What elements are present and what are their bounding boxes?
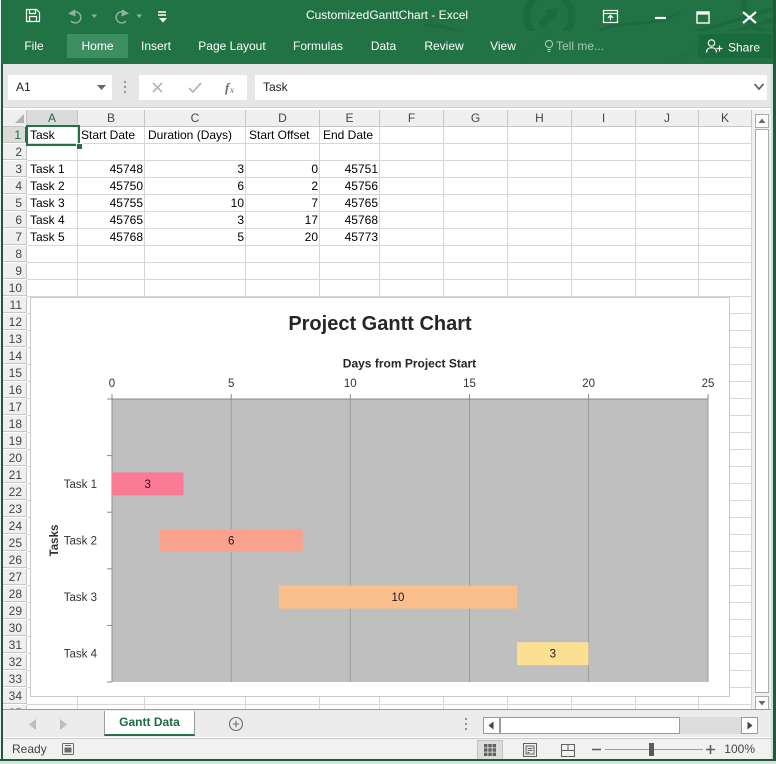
- svg-text:x: x: [229, 85, 234, 95]
- svg-text:3: 3: [550, 649, 556, 661]
- svg-text:Task 4: Task 4: [64, 649, 98, 661]
- svg-text:25: 25: [702, 378, 715, 390]
- svg-text:3: 3: [145, 479, 151, 491]
- svg-text:10: 10: [344, 378, 357, 390]
- svg-text:Tasks: Tasks: [49, 525, 61, 557]
- svg-text:Task 1: Task 1: [64, 479, 97, 491]
- svg-text:Project Gantt Chart: Project Gantt Chart: [288, 313, 472, 335]
- svg-text:Task 2: Task 2: [64, 536, 97, 548]
- svg-text:Days from Project Start: Days from Project Start: [343, 357, 476, 371]
- svg-text:15: 15: [463, 378, 476, 390]
- svg-text:10: 10: [392, 592, 405, 604]
- svg-text:6: 6: [228, 536, 234, 548]
- svg-text:0: 0: [109, 378, 115, 390]
- svg-text:Share: Share: [728, 41, 760, 55]
- svg-text:Task 3: Task 3: [64, 592, 97, 604]
- svg-text:20: 20: [582, 378, 595, 390]
- svg-text:5: 5: [228, 378, 234, 390]
